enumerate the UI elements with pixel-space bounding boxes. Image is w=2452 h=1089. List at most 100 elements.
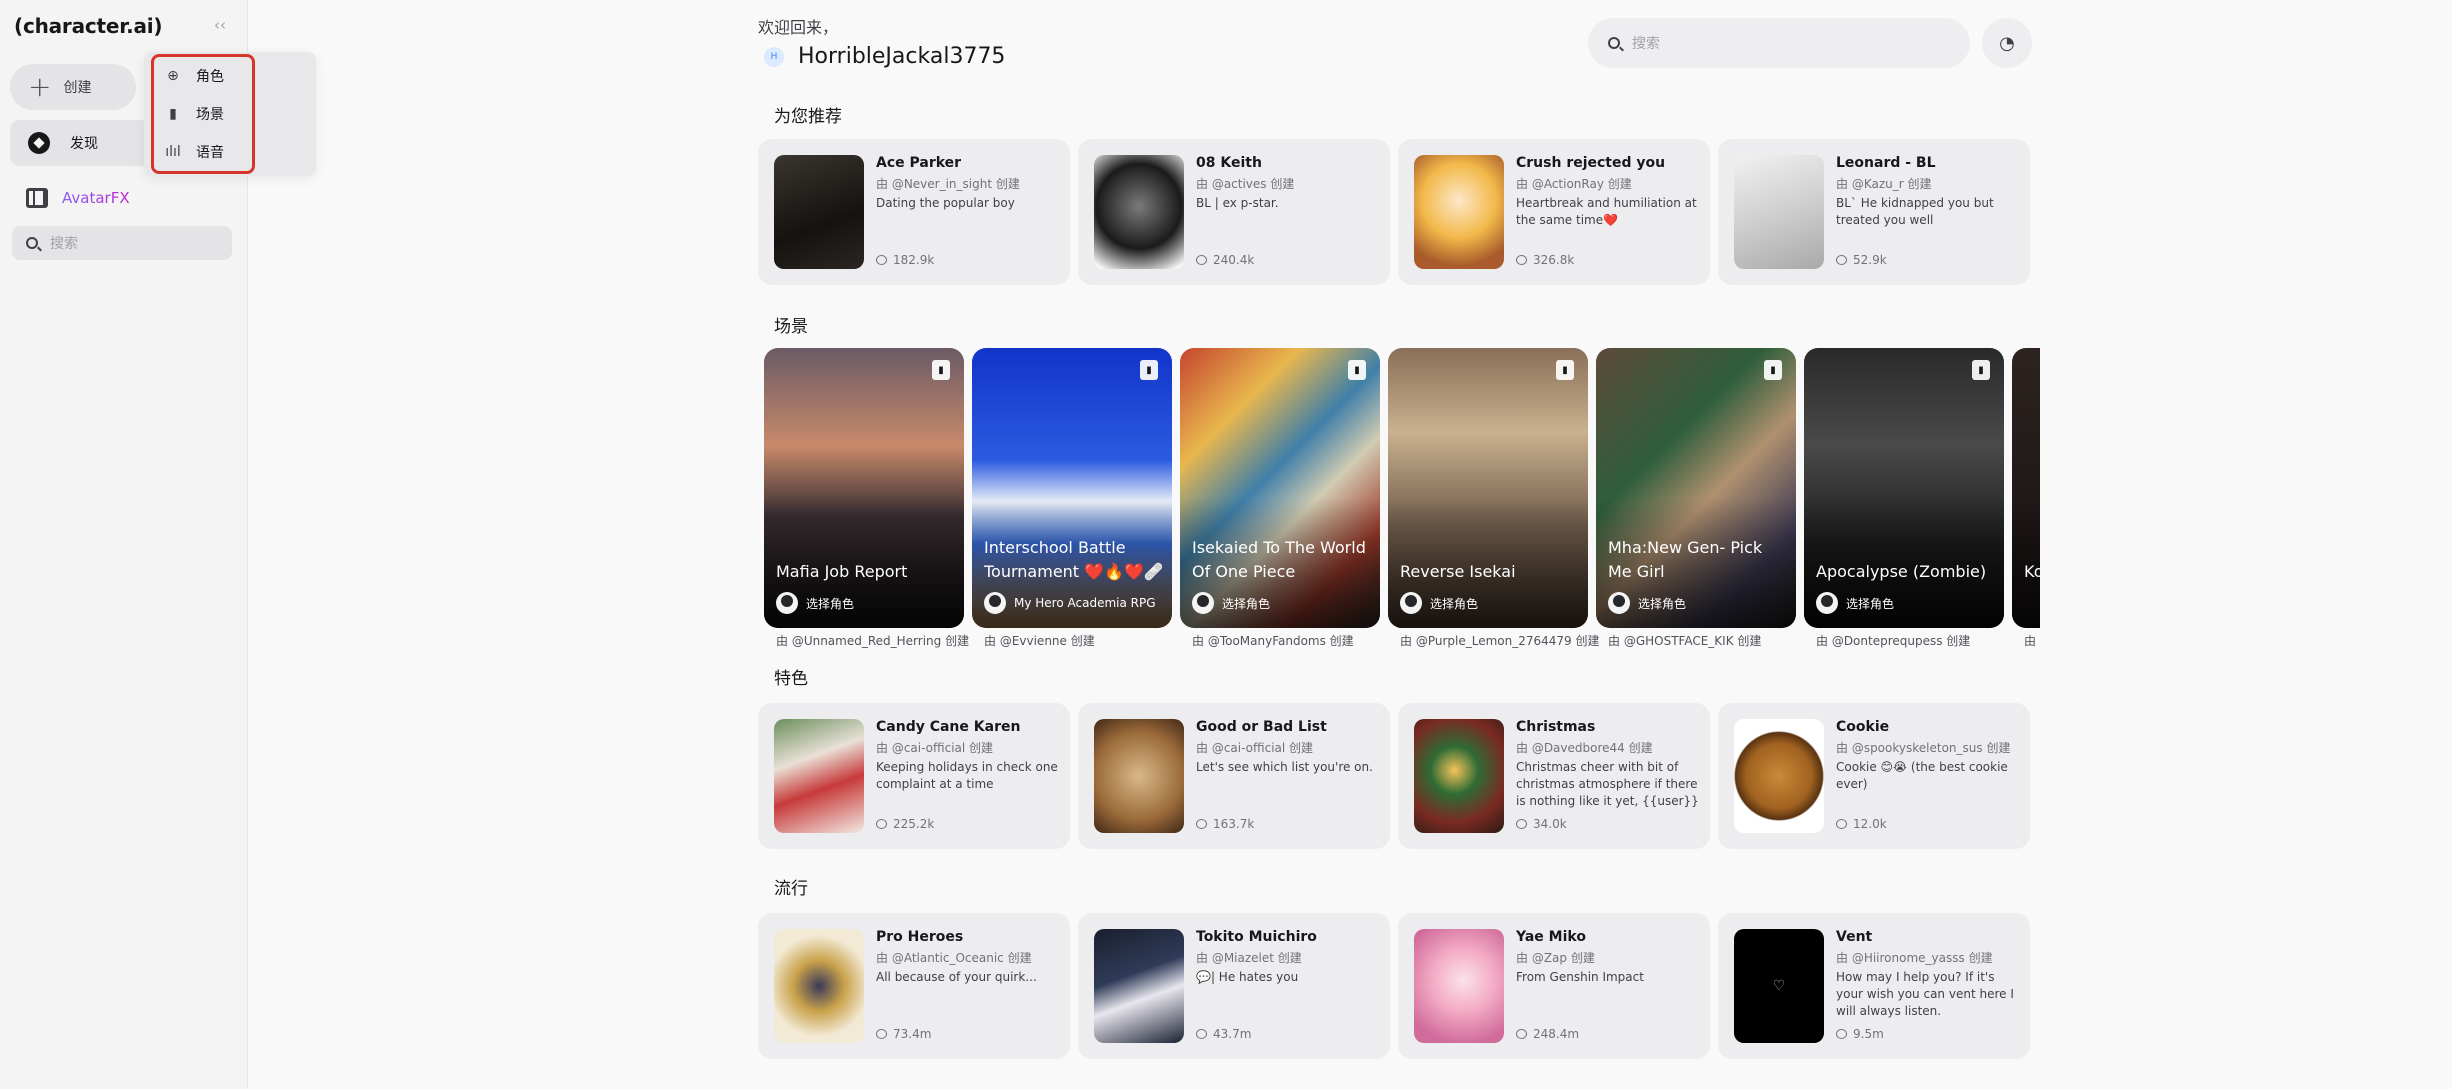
scene-pick-character[interactable]: 选择角色 [1400, 592, 1478, 614]
character-card[interactable]: 08 Keith 由 @actives 创建 BL | ex p-star. 2… [1078, 139, 1390, 285]
card-desc: Christmas cheer with bit of christmas at… [1516, 760, 1699, 808]
create-menu-item-voice[interactable]: ılıl 语音 [164, 142, 224, 162]
card-desc: From Genshin Impact [1516, 970, 1644, 984]
voice-wave-icon: ılıl [165, 144, 181, 160]
scene-book-icon: ▮ [1764, 360, 1782, 380]
scene-pick-character[interactable]: 选择角色 [1816, 592, 1894, 614]
chat-bubble-icon [876, 255, 887, 265]
scene-pick-character[interactable]: My Hero Academia RPG [984, 592, 1156, 614]
character-card[interactable]: Cookie 由 @spookyskeleton_sus 创建 Cookie 😊… [1718, 703, 2030, 849]
avatar [1400, 592, 1422, 614]
chat-bubble-icon [1516, 1029, 1527, 1039]
card-author: 由 @ActionRay 创建 [1516, 177, 1632, 191]
character-image [774, 719, 864, 833]
chat-count-value: 240.4k [1213, 253, 1255, 267]
app-logo[interactable]: (character.ai) [14, 14, 163, 38]
avatarfx-link[interactable]: AvatarFX [26, 188, 130, 208]
character-card[interactable]: Yae Miko 由 @Zap 创建 From Genshin Impact 2… [1398, 913, 1710, 1059]
chat-count-value: 43.7m [1213, 1027, 1252, 1041]
character-card[interactable]: Ace Parker 由 @Never_in_sight 创建 Dating t… [758, 139, 1070, 285]
character-card[interactable]: Pro Heroes 由 @Atlantic_Oceanic 创建 All be… [758, 913, 1070, 1059]
card-title: Good or Bad List [1196, 719, 1327, 735]
card-author: 由 @cai-official 创建 [876, 741, 994, 755]
scene-book-icon: ▮ [1556, 360, 1574, 380]
card-author: 由 @Atlantic_Oceanic 创建 [876, 951, 1032, 965]
scene-card[interactable]: ▮ Isekaied To The World Of One Piece 选择角… [1180, 348, 1380, 628]
compass-icon [28, 132, 50, 154]
character-card[interactable]: Crush rejected you 由 @ActionRay 创建 Heart… [1398, 139, 1710, 285]
scene-pick-label: 选择角色 [1638, 596, 1687, 611]
section-title-scenes: 场景 [774, 317, 808, 337]
scene-title: Ko [2024, 562, 2040, 581]
card-desc: Keeping holidays in check one complaint … [876, 760, 1058, 791]
scene-card[interactable]: ▮ Mha:New Gen- Pick Me Girl 选择角色 [1596, 348, 1796, 628]
chat-bubble-icon [1196, 1029, 1207, 1039]
avatar [984, 592, 1006, 614]
chat-count: 52.9k [1836, 253, 1887, 267]
character-card[interactable]: Candy Cane Karen 由 @cai-official 创建 Keep… [758, 703, 1070, 849]
character-card[interactable]: Tokito Muichiro 由 @Miazelet 创建 💬| He hat… [1078, 913, 1390, 1059]
scene-card[interactable]: ▮ Mafia Job Report 选择角色 [764, 348, 964, 628]
card-title: Vent [1836, 929, 1873, 945]
chat-count: 12.0k [1836, 817, 1887, 831]
avatarfx-label: AvatarFX [62, 189, 130, 207]
card-author: 由 @Miazelet 创建 [1196, 951, 1302, 965]
card-author: 由 @Zap 创建 [1516, 951, 1595, 965]
menu-item-label: 场景 [196, 107, 224, 123]
card-title: Ace Parker [876, 155, 962, 171]
create-button[interactable]: + 创建 [10, 64, 136, 110]
card-author: 由 @Hiironome_yasss 创建 [1836, 951, 1993, 965]
scene-title: Apocalypse (Zombie) [1816, 562, 1987, 581]
avatar[interactable]: H [764, 46, 784, 67]
scene-pick-character[interactable]: 选择角色 [1192, 592, 1270, 614]
scene-book-icon: ▮ [1140, 360, 1158, 380]
discover-button[interactable]: 发现 [10, 120, 150, 166]
card-desc: Let's see which list you're on. [1196, 760, 1373, 774]
sidebar-search-input[interactable]: 搜索 [12, 226, 232, 260]
card-title: Crush rejected you [1516, 155, 1666, 171]
notification-icon[interactable]: ◔ [1982, 18, 2032, 68]
create-menu-item-scene[interactable]: ▮ 场景 [164, 104, 224, 124]
scene-pick-character[interactable]: 选择角色 [1608, 592, 1686, 614]
discover-label: 发现 [70, 136, 98, 152]
character-card[interactable]: Good or Bad List 由 @cai-official 创建 Let'… [1078, 703, 1390, 849]
card-author: 由 @Davedbore44 创建 [1516, 741, 1653, 755]
scene-author: 由 @Donteprequpess 创建 [1816, 634, 1971, 648]
scene-author: 由 @Unnamed_Red_Herring 创建 [776, 634, 970, 648]
double-chevron-left-icon[interactable]: ‹‹ [214, 16, 226, 34]
character-card[interactable]: Christmas 由 @Davedbore44 创建 Christmas ch… [1398, 703, 1710, 849]
scene-pick-character[interactable]: 选择角色 [776, 592, 854, 614]
chat-bubble-icon [1516, 255, 1527, 265]
scene-card[interactable]: ▮ Apocalypse (Zombie) 选择角色 [1804, 348, 2004, 628]
scene-pick-label: 选择角色 [806, 596, 855, 611]
character-image [1094, 155, 1184, 269]
card-title: Christmas [1516, 719, 1596, 735]
character-card[interactable]: ♡ Vent 由 @Hiironome_yasss 创建 How may I h… [1718, 913, 2030, 1059]
character-image [1734, 155, 1824, 269]
search-input[interactable]: 搜索 [1588, 18, 1970, 68]
scene-pick-label: My Hero Academia RPG [1014, 596, 1156, 610]
scene-card[interactable]: ▮ Reverse Isekai 选择角色 [1388, 348, 1588, 628]
card-title: Pro Heroes [876, 929, 964, 945]
character-image [774, 929, 864, 1043]
scene-title: Reverse Isekai [1400, 562, 1516, 581]
character-card[interactable]: Leonard - BL 由 @Kazu_r 创建 BL` He kidnapp… [1718, 139, 2030, 285]
section-title-popular: 流行 [774, 879, 808, 899]
create-menu-item-character[interactable]: ⊕ 角色 [164, 66, 224, 86]
chat-bubble-icon [876, 819, 887, 829]
chat-count: 9.5m [1836, 1027, 1884, 1041]
chat-count: 240.4k [1196, 253, 1254, 267]
chat-count-value: 182.9k [893, 253, 935, 267]
chat-bubble-icon [1836, 1029, 1847, 1039]
card-desc: How may I help you? If it's your wish yo… [1836, 970, 2014, 1018]
card-title: Leonard - BL [1836, 155, 1936, 171]
chat-count-value: 34.0k [1533, 817, 1567, 831]
card-desc: BL | ex p-star. [1196, 196, 1279, 210]
username: HorribleJackal3775 [798, 44, 1006, 69]
character-image [1414, 719, 1504, 833]
scene-card[interactable]: Ko [2012, 348, 2040, 628]
scene-card[interactable]: ▮ Interschool Battle Tournament ❤️🔥❤️🩹 M… [972, 348, 1172, 628]
chat-count-value: 12.0k [1853, 817, 1887, 831]
search-icon [26, 237, 38, 249]
avatar [1816, 592, 1838, 614]
